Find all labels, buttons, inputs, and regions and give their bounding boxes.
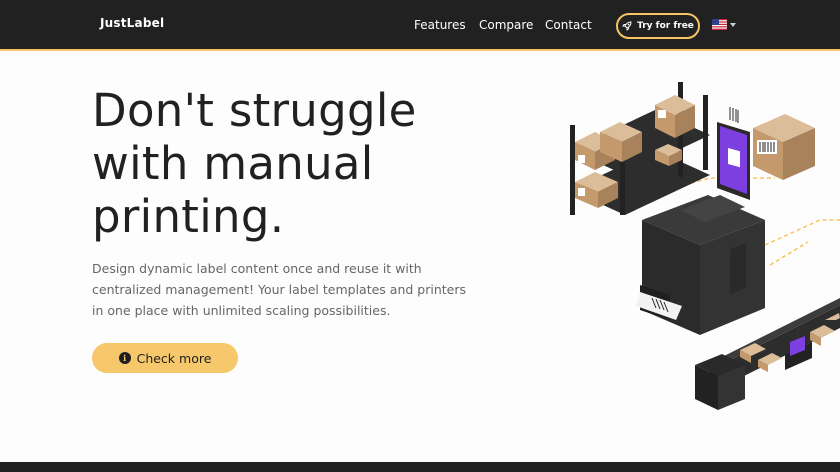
package-icon — [753, 114, 815, 180]
tablet-icon — [717, 107, 750, 200]
nav-link-compare[interactable]: Compare — [479, 18, 533, 32]
rocket-icon — [622, 21, 632, 31]
us-flag-icon — [712, 19, 727, 30]
hero-title: Don't struggle with manual printing. — [92, 84, 417, 243]
printer-icon — [636, 195, 765, 335]
nav-link-features[interactable]: Features — [414, 18, 466, 32]
check-more-label: Check more — [136, 350, 212, 366]
nav-link-contact[interactable]: Contact — [545, 18, 592, 32]
try-for-free-button[interactable]: Try for free — [616, 13, 700, 39]
try-for-free-label: Try for free — [637, 21, 694, 31]
chevron-down-icon — [730, 22, 736, 27]
language-selector[interactable] — [712, 19, 736, 30]
hero-description: Design dynamic label content once and re… — [92, 261, 466, 318]
info-icon: i — [118, 352, 131, 364]
check-more-button[interactable]: i Check more — [92, 343, 238, 373]
warehouse-printing-illustration — [570, 82, 840, 410]
navbar: JustLabel Features Compare Contact Try f… — [0, 0, 840, 51]
shelf-icon — [570, 82, 710, 215]
footer-strip — [0, 462, 840, 472]
logo[interactable]: JustLabel — [100, 16, 164, 30]
